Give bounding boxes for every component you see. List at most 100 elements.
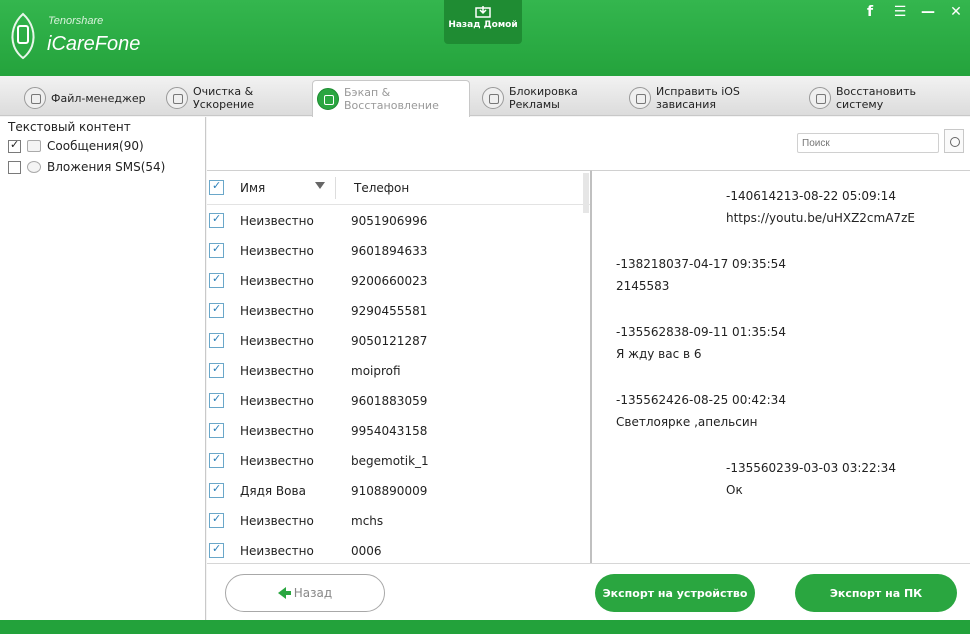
minimize-icon[interactable]: —: [918, 4, 938, 20]
table-row[interactable]: Неизвестно 9954043158: [207, 415, 587, 445]
tab-label: Очистка & Ускорение: [193, 85, 254, 111]
close-icon[interactable]: ✕: [946, 4, 966, 20]
main-content: Имя Телефон Неизвестно9051906996Неизвест…: [207, 117, 970, 620]
home-button[interactable]: Назад Домой: [444, 0, 522, 44]
contact-name: Неизвестно: [240, 424, 314, 438]
table-row[interactable]: Неизвестно 0006: [207, 535, 587, 563]
row-checkbox[interactable]: [209, 512, 224, 528]
contact-phone: 9200660023: [351, 274, 428, 288]
tab-system-restore[interactable]: Восстановить систему: [805, 80, 965, 116]
back-button[interactable]: Назад: [225, 574, 385, 612]
tab-bar: Файл-менеджер Очистка & Ускорение Бэкап …: [0, 76, 970, 117]
contact-phone: 9954043158: [351, 424, 428, 438]
tab-backup[interactable]: Бэкап & Восстановление: [312, 80, 470, 117]
row-checkbox[interactable]: [209, 482, 224, 498]
tab-label: Восстановить систему: [836, 85, 916, 111]
tab-cleanup[interactable]: Очистка & Ускорение: [162, 80, 310, 116]
message-text: https://youtu.be/uHXZ2cmA7zE: [726, 211, 915, 225]
backup-icon: [317, 88, 339, 110]
table-row[interactable]: Неизвестно moiprofi: [207, 355, 587, 385]
message-bubble: -135562426-08-25 00:42:34 Светлоярке ,ап…: [616, 389, 786, 433]
contact-phone: 9601894633: [351, 244, 428, 258]
home-icon: [475, 6, 491, 18]
row-checkbox[interactable]: [209, 452, 224, 468]
export-to-pc-button[interactable]: Экспорт на ПК: [795, 574, 957, 612]
contact-name: Неизвестно: [240, 454, 314, 468]
row-checkbox[interactable]: [209, 542, 224, 558]
table-row[interactable]: Неизвестно mchs: [207, 505, 587, 535]
contact-phone: 9051906996: [351, 214, 428, 228]
contact-phone: moiprofi: [351, 364, 401, 378]
search-icon[interactable]: [944, 129, 964, 153]
brand-vendor: Tenorshare: [48, 15, 104, 27]
contact-name: Неизвестно: [240, 514, 314, 528]
contact-phone: 9601883059: [351, 394, 428, 408]
row-checkbox[interactable]: [209, 422, 224, 438]
table-row[interactable]: Неизвестно 9290455581: [207, 295, 587, 325]
table-row[interactable]: Неизвестно 9601883059: [207, 385, 587, 415]
repair-icon: [629, 87, 651, 109]
table-row[interactable]: Дядя Вова 9108890009: [207, 475, 587, 505]
row-checkbox[interactable]: [209, 242, 224, 258]
message-text: 2145583: [616, 279, 670, 293]
contact-name: Неизвестно: [240, 544, 314, 558]
category-label: Сообщения(90): [47, 139, 144, 153]
row-checkbox[interactable]: [209, 332, 224, 348]
contact-name: Неизвестно: [240, 214, 314, 228]
contact-name: Неизвестно: [240, 244, 314, 258]
attachment-icon: [27, 161, 41, 173]
message-time: -135560239-03-03 03:22:34: [726, 461, 896, 475]
action-bar: Назад Экспорт на устройство Экспорт на П…: [207, 563, 970, 620]
conversation-list: Имя Телефон Неизвестно9051906996Неизвест…: [207, 170, 591, 563]
tab-adblock[interactable]: Блокировка Рекламы: [478, 80, 622, 116]
table-row[interactable]: Неизвестно 9601894633: [207, 235, 587, 265]
row-checkbox[interactable]: [209, 212, 224, 228]
message-text: Светлоярке ,апельсин: [616, 415, 758, 429]
contact-phone: 0006: [351, 544, 382, 558]
search-input[interactable]: [797, 133, 939, 153]
tab-label: Файл-менеджер: [51, 91, 146, 105]
table-row[interactable]: Неизвестно begemotik_1: [207, 445, 587, 475]
column-phone[interactable]: Телефон: [354, 181, 409, 195]
message-icon: [27, 140, 41, 152]
speedup-icon: [166, 87, 188, 109]
sort-down-icon[interactable]: [315, 182, 325, 189]
message-text: Ок: [726, 483, 743, 497]
table-row[interactable]: Неизвестно 9050121287: [207, 325, 587, 355]
message-bubble: -135562838-09-11 01:35:54 Я жду вас в 6: [616, 321, 786, 365]
message-time: -135562426-08-25 00:42:34: [616, 393, 786, 407]
facebook-icon[interactable]: f: [860, 4, 880, 20]
category-sms-attachments[interactable]: Вложения SMS(54): [8, 160, 165, 174]
message-time: -138218037-04-17 09:35:54: [616, 257, 786, 271]
contact-name: Дядя Вова: [240, 484, 306, 498]
message-bubble: -135560239-03-03 03:22:34 Ок: [726, 457, 896, 501]
row-checkbox[interactable]: [209, 362, 224, 378]
table-row[interactable]: Неизвестно 9051906996: [207, 205, 587, 235]
select-all-checkbox[interactable]: [209, 179, 224, 195]
category-title: Текстовый контент: [8, 120, 131, 134]
category-messages[interactable]: Сообщения(90): [8, 138, 144, 153]
tab-file-manager[interactable]: Файл-менеджер: [20, 80, 160, 116]
column-name[interactable]: Имя: [240, 181, 265, 195]
column-divider: [335, 177, 336, 199]
tab-ios-repair[interactable]: Исправить iOS зависания: [625, 80, 797, 116]
row-checkbox[interactable]: [209, 392, 224, 408]
menu-icon[interactable]: ☰: [890, 4, 910, 20]
back-label: Назад: [293, 586, 333, 600]
contact-phone: mchs: [351, 514, 384, 528]
app-header: Tenorshare iCareFone Назад Домой f ☰ — ✕: [0, 0, 970, 76]
message-time: -135562838-09-11 01:35:54: [616, 325, 786, 339]
row-checkbox[interactable]: [209, 272, 224, 288]
row-checkbox[interactable]: [209, 302, 224, 318]
table-row[interactable]: Неизвестно 9200660023: [207, 265, 587, 295]
attachments-checkbox[interactable]: [8, 160, 21, 174]
export-to-device-button[interactable]: Экспорт на устройство: [595, 574, 755, 612]
messages-checkbox[interactable]: [8, 138, 21, 153]
contact-name: Неизвестно: [240, 334, 314, 348]
tab-label: Исправить iOS зависания: [656, 85, 740, 111]
message-time: -140614213-08-22 05:09:14: [726, 189, 896, 203]
contact-phone: 9050121287: [351, 334, 428, 348]
contact-phone: 9108890009: [351, 484, 428, 498]
back-arrow-icon: [277, 587, 291, 599]
footer-bar: [0, 620, 970, 634]
